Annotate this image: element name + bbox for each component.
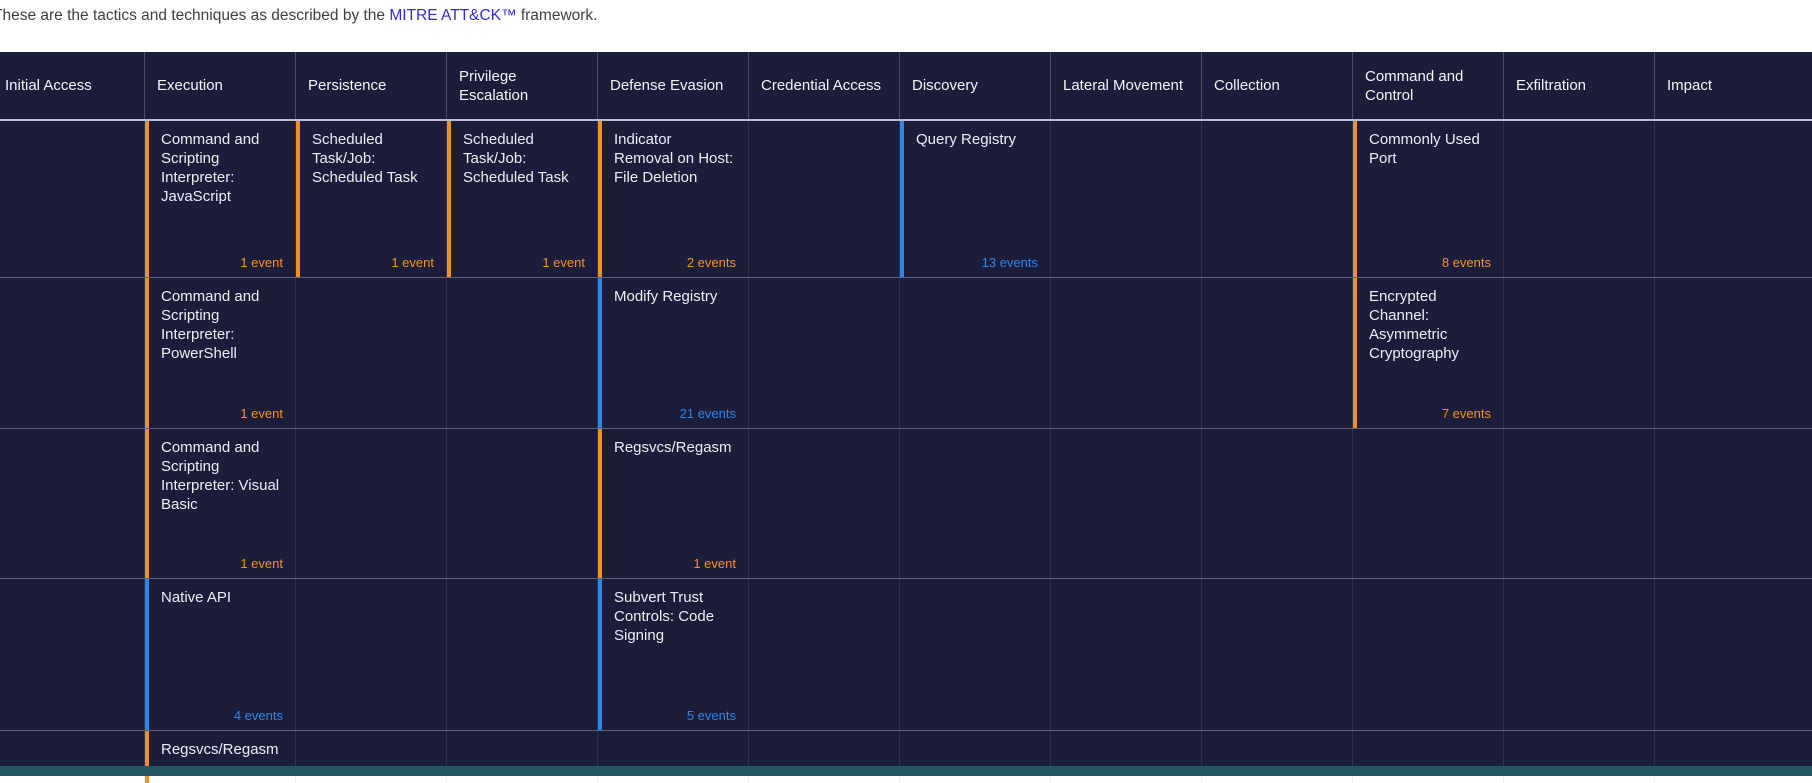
technique-name: Query Registry <box>916 131 1017 148</box>
empty-cell <box>1202 278 1353 428</box>
technique-name: Encrypted Channel: Asymmetric Cryptograp… <box>1369 288 1460 362</box>
empty-cell <box>1051 121 1202 277</box>
mitre-attack-link[interactable]: MITRE ATT&CK™ <box>389 7 516 24</box>
technique-name: Scheduled Task/Job: Scheduled Task <box>463 131 569 186</box>
empty-cell <box>296 579 447 730</box>
technique-name: Regsvcs/Regasm <box>614 439 732 456</box>
empty-cell <box>1051 429 1202 578</box>
technique-cell[interactable]: Regsvcs/Regasm 1 event <box>598 429 749 578</box>
empty-cell <box>1202 429 1353 578</box>
event-count: 1 event <box>391 255 434 270</box>
empty-cell <box>1202 121 1353 277</box>
empty-cell <box>447 429 598 578</box>
technique-cell[interactable]: Indicator Removal on Host: File Deletion… <box>598 121 749 277</box>
empty-cell <box>749 278 900 428</box>
technique-name: Scheduled Task/Job: Scheduled Task <box>312 131 418 186</box>
empty-cell <box>296 429 447 578</box>
technique-name: Command and Scripting Interpreter: Visua… <box>161 439 280 513</box>
matrix-header-row: Initial Access Execution Persistence Privil… <box>0 52 1812 121</box>
empty-cell <box>447 579 598 730</box>
technique-cell[interactable]: Command and Scripting Interpreter: JavaS… <box>145 121 296 277</box>
event-count: 21 events <box>679 406 736 421</box>
empty-cell <box>1655 429 1812 578</box>
empty-cell <box>900 278 1051 428</box>
empty-cell <box>447 278 598 428</box>
technique-name: Regsvcs/Regasm <box>161 741 279 758</box>
technique-name: Commonly Used Port <box>1369 131 1480 167</box>
column-header-lateral-movement: Lateral Movement <box>1051 52 1202 119</box>
empty-cell <box>296 278 447 428</box>
column-header-persistence: Persistence <box>296 52 447 119</box>
empty-cell <box>0 579 145 730</box>
column-header-execution: Execution <box>145 52 296 119</box>
empty-cell <box>1353 429 1504 578</box>
technique-name: Command and Scripting Interpreter: Power… <box>161 288 260 362</box>
intro-text-after: framework. <box>516 7 598 24</box>
event-count: 5 events <box>686 708 736 723</box>
technique-name: Modify Registry <box>614 288 718 305</box>
column-header-command-and-control: Command and Control <box>1353 52 1504 119</box>
event-count: 2 events <box>686 255 736 270</box>
empty-cell <box>1504 278 1655 428</box>
technique-cell[interactable]: Commonly Used Port 8 events <box>1353 121 1504 277</box>
column-header-collection: Collection <box>1202 52 1353 119</box>
empty-cell <box>1504 429 1655 578</box>
empty-cell <box>1655 278 1812 428</box>
event-count: 1 event <box>240 406 283 421</box>
empty-cell <box>749 429 900 578</box>
empty-cell <box>900 579 1051 730</box>
technique-name: Indicator Removal on Host: File Deletion <box>614 131 734 186</box>
intro-text-before: These are the tactics and techniques as … <box>0 7 390 24</box>
event-count: 1 event <box>693 556 736 571</box>
technique-cell[interactable]: Command and Scripting Interpreter: Power… <box>145 278 296 428</box>
matrix-body: Command and Scripting Interpreter: JavaS… <box>0 121 1812 783</box>
event-count: 4 events <box>233 708 283 723</box>
event-count: 1 event <box>542 255 585 270</box>
technique-cell[interactable]: Scheduled Task/Job: Scheduled Task 1 even… <box>296 121 447 277</box>
technique-cell[interactable]: Encrypted Channel: Asymmetric Cryptograp… <box>1353 278 1504 428</box>
event-count: 7 events <box>1441 406 1491 421</box>
attack-matrix: Initial Access Execution Persistence Privil… <box>0 52 1812 783</box>
column-header-credential-access: Credential Access <box>749 52 900 119</box>
column-header-exfiltration: Exfiltration <box>1504 52 1655 119</box>
empty-cell <box>1051 278 1202 428</box>
matrix-row: Command and Scripting Interpreter: JavaS… <box>0 121 1812 278</box>
technique-name: Command and Scripting Interpreter: JavaS… <box>161 131 260 205</box>
empty-cell <box>1504 579 1655 730</box>
matrix-row: Command and Scripting Interpreter: Power… <box>0 278 1812 429</box>
matrix-row: Native API 4 events Subvert Trust Controls… <box>0 579 1812 731</box>
technique-cell[interactable]: Query Registry 13 events <box>900 121 1051 277</box>
empty-cell <box>1202 579 1353 730</box>
empty-cell <box>0 278 145 428</box>
technique-cell[interactable]: Subvert Trust Controls: Code Signing 5 ev… <box>598 579 749 730</box>
technique-cell[interactable]: Scheduled Task/Job: Scheduled Task 1 even… <box>447 121 598 277</box>
empty-cell <box>1655 579 1812 730</box>
event-count: 1 event <box>240 255 283 270</box>
empty-cell <box>900 429 1051 578</box>
empty-cell <box>1504 121 1655 277</box>
empty-cell <box>0 121 145 277</box>
column-header-defense-evasion: Defense Evasion <box>598 52 749 119</box>
technique-cell[interactable]: Modify Registry 21 events <box>598 278 749 428</box>
empty-cell <box>1353 579 1504 730</box>
empty-cell <box>749 121 900 277</box>
event-count: 8 events <box>1441 255 1491 270</box>
empty-cell <box>0 429 145 578</box>
horizontal-scrollbar-track[interactable] <box>0 766 1812 776</box>
column-header-discovery: Discovery <box>900 52 1051 119</box>
technique-cell[interactable]: Command and Scripting Interpreter: Visua… <box>145 429 296 578</box>
empty-cell <box>1655 121 1812 277</box>
event-count: 13 events <box>981 255 1038 270</box>
empty-cell <box>1051 579 1202 730</box>
intro-note: These are the tactics and techniques as … <box>0 0 1812 59</box>
technique-name: Subvert Trust Controls: Code Signing <box>614 589 715 644</box>
event-count: 1 event <box>240 556 283 571</box>
column-header-initial-access: Initial Access <box>0 52 145 119</box>
technique-cell[interactable]: Native API 4 events <box>145 579 296 730</box>
column-header-impact: Impact <box>1667 77 1713 94</box>
technique-name: Native API <box>161 589 232 606</box>
matrix-row: Command and Scripting Interpreter: Visua… <box>0 429 1812 579</box>
empty-cell <box>749 579 900 730</box>
column-header-privilege-escalation: Privilege Escalation <box>447 52 598 119</box>
